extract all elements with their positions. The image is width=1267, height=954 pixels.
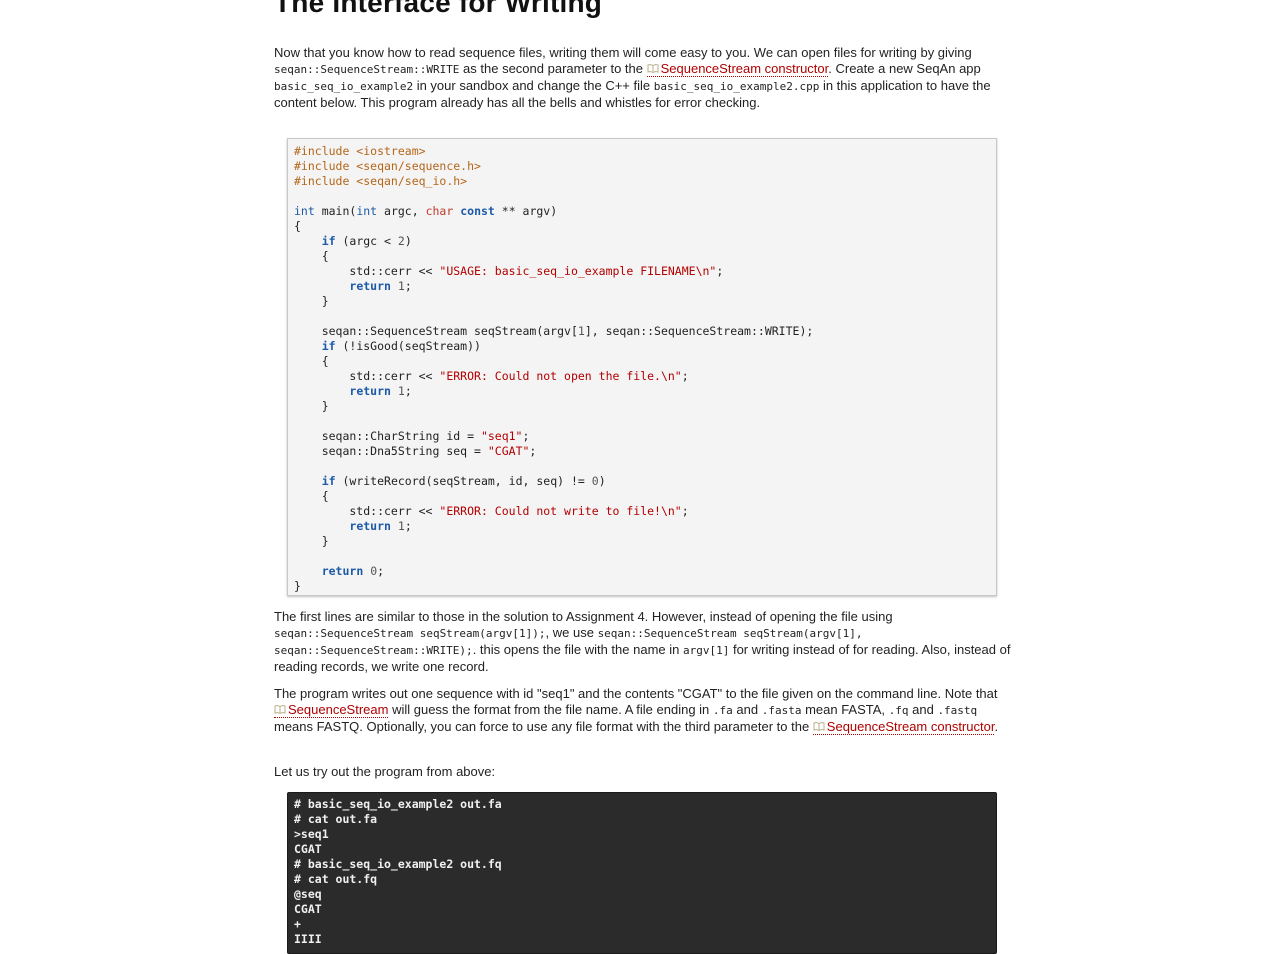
code-line: seqan::Dna5String seq = "CGAT"; xyxy=(294,444,537,458)
terminal-line: # basic_seq_io_example2 out.fa xyxy=(294,797,502,811)
sequencestream-constructor-link-2[interactable]: SequenceStream constructor xyxy=(812,719,995,735)
book-icon xyxy=(647,64,659,73)
text: and xyxy=(732,702,762,717)
code-line: int main(int argc, char const ** argv) xyxy=(294,204,558,218)
code-line: std::cerr << "ERROR: Could not open the … xyxy=(294,369,689,383)
inline-code: basic_seq_io_example2 xyxy=(274,80,414,93)
inline-code: seqan::SequenceStream::WRITE xyxy=(274,63,460,76)
terminal-line: + xyxy=(294,917,301,931)
text: Now that you know how to read sequence f… xyxy=(274,45,972,60)
terminal-block[interactable]: # basic_seq_io_example2 out.fa # cat out… xyxy=(287,792,997,954)
code-line: std::cerr << "USAGE: basic_seq_io_exampl… xyxy=(294,264,724,278)
code-line: return 1; xyxy=(349,384,412,398)
inline-code: basic_seq_io_example2.cpp xyxy=(653,80,820,93)
text: . xyxy=(994,719,999,734)
text: . Create a new SeqAn app xyxy=(828,61,981,76)
code-line: std::cerr << "ERROR: Could not write to … xyxy=(294,504,689,518)
code-line: #include <seqan/seq_io.h> xyxy=(294,174,468,188)
terminal-line: CGAT xyxy=(294,842,322,856)
inline-code: .fastq xyxy=(937,704,978,717)
text: will guess the format from the file name… xyxy=(388,702,713,717)
code-line: seqan::CharString id = "seq1"; xyxy=(294,429,530,443)
terminal-line: # basic_seq_io_example2 out.fq xyxy=(294,857,502,871)
terminal-line: # cat out.fq xyxy=(294,872,378,886)
code-line: } xyxy=(294,294,329,308)
book-icon xyxy=(813,722,825,731)
code-line: return 1; xyxy=(349,519,412,533)
page-title: The Interface for Writing xyxy=(274,0,603,18)
code-line: { xyxy=(294,354,329,368)
code-line: return 1; xyxy=(349,279,412,293)
text: mean FASTA, xyxy=(801,702,889,717)
inline-code: .fasta xyxy=(761,704,802,717)
paragraph-explanation: The first lines are similar to those in … xyxy=(274,609,1014,675)
code-line: if (writeRecord(seqStream, id, seq) != 0… xyxy=(321,474,606,488)
text: means FASTQ. Optionally, you can force t… xyxy=(274,719,813,734)
inline-code: argv[1] xyxy=(682,644,730,657)
terminal-line: >seq1 xyxy=(294,827,329,841)
code-line: #include <seqan/sequence.h> xyxy=(294,159,481,173)
link-text: SequenceStream xyxy=(288,702,389,717)
code-line: if (argc < 2) xyxy=(321,234,412,248)
code-line: { xyxy=(294,489,329,503)
code-line: } xyxy=(294,399,329,413)
text: in your sandbox and change the C++ file xyxy=(413,78,654,93)
terminal-line: IIII xyxy=(294,932,322,946)
link-text: SequenceStream constructor xyxy=(660,61,829,76)
code-line: seqan::SequenceStream seqStream(argv[1],… xyxy=(294,324,814,338)
paragraph-format: The program writes out one sequence with… xyxy=(274,686,1014,735)
link-text: SequenceStream constructor xyxy=(826,719,995,734)
terminal-output: # basic_seq_io_example2 out.fa # cat out… xyxy=(288,793,996,947)
terminal-line: # cat out.fa xyxy=(294,812,378,826)
inline-code: seqan::SequenceStream seqStream(argv[1])… xyxy=(274,627,546,640)
text: The program writes out one sequence with… xyxy=(274,686,998,701)
terminal-line: @seq xyxy=(294,887,322,901)
text: The first lines are similar to those in … xyxy=(274,609,893,624)
code-listing: #include <iostream> #include <seqan/sequ… xyxy=(288,139,996,594)
paragraph-intro: Now that you know how to read sequence f… xyxy=(274,45,1014,111)
text: as the second parameter to the xyxy=(459,61,647,76)
code-line: } xyxy=(294,579,301,593)
terminal-line: CGAT xyxy=(294,902,322,916)
code-line: { xyxy=(294,219,301,233)
code-line: if (!isGood(seqStream)) xyxy=(321,339,481,353)
code-line: } xyxy=(294,534,329,548)
code-line: { xyxy=(294,249,329,263)
paragraph-tryout: Let us try out the program from above: xyxy=(274,764,496,779)
sequencestream-link[interactable]: SequenceStream xyxy=(274,702,389,718)
code-line: #include <iostream> xyxy=(294,144,426,158)
book-icon xyxy=(274,705,286,714)
sequencestream-constructor-link[interactable]: SequenceStream constructor xyxy=(646,61,829,77)
inline-code: .fq xyxy=(888,704,909,717)
text: and xyxy=(908,702,938,717)
text: . this opens the file with the name in xyxy=(472,642,683,657)
text: , we use xyxy=(545,625,598,640)
code-line: return 0; xyxy=(321,564,385,578)
inline-code: .fa xyxy=(712,704,733,717)
code-block[interactable]: #include <iostream> #include <seqan/sequ… xyxy=(287,138,997,596)
